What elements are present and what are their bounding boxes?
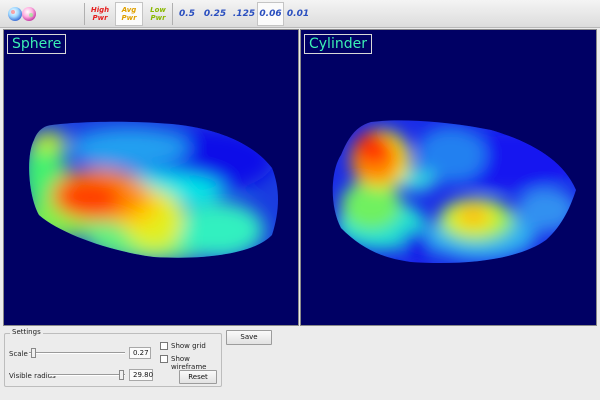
scale-slider-track (29, 352, 125, 354)
reset-button[interactable]: Reset (179, 370, 217, 384)
sphere-heatmap-surface (29, 121, 278, 258)
toolbar-separator (84, 3, 85, 25)
low-power-line2: Pwr (150, 14, 166, 22)
avg-power-line2: Pwr (121, 14, 137, 22)
scale-0-25-button[interactable]: 0.25 (201, 2, 229, 26)
high-power-line2: Pwr (92, 14, 108, 22)
low-power-line1: Low (150, 6, 166, 14)
sphere-viewport[interactable]: Sphere (3, 29, 299, 326)
high-power-button[interactable]: High Pwr (86, 2, 114, 26)
app-logo-button[interactable] (2, 2, 44, 26)
visible-radius-slider[interactable] (49, 370, 125, 380)
show-grid-checkbox[interactable] (160, 342, 168, 350)
visible-radius-slider-track (49, 374, 125, 376)
show-grid-label: Show grid (171, 342, 206, 350)
visible-radius-slider-thumb[interactable] (119, 370, 124, 380)
scale-0-06-button[interactable]: 0.06 (257, 2, 284, 26)
avg-power-button[interactable]: Avg Pwr (115, 2, 143, 26)
scale-0-5-button[interactable]: 0.5 (174, 2, 200, 26)
cylinder-viewport[interactable]: Cylinder (300, 29, 597, 326)
scale-label: Scale (9, 350, 28, 358)
avg-power-line1: Avg (121, 6, 137, 14)
low-power-button[interactable]: Low Pwr (144, 2, 172, 26)
scale-slider-thumb[interactable] (31, 348, 36, 358)
show-wireframe-label: Show wireframe (171, 355, 207, 371)
show-wireframe-checkbox[interactable] (160, 355, 168, 363)
scale-value-field[interactable]: 0.27 (129, 347, 151, 359)
settings-group: Settings Scale 0.27 Show grid Show wiref… (4, 328, 222, 387)
toolbar-separator (172, 3, 173, 25)
sphere-title: Sphere (7, 34, 67, 54)
cylinder-heatmap-surface (332, 120, 576, 264)
settings-legend: Settings (10, 328, 43, 336)
spheres-logo-icon (8, 7, 36, 21)
scale-slider[interactable] (29, 348, 125, 358)
visible-radius-value-field[interactable]: 29.80 (129, 369, 153, 381)
scale-0-01-button[interactable]: 0.01 (285, 2, 311, 26)
cylinder-title: Cylinder (304, 34, 372, 54)
scale-0-125-button[interactable]: .125 (230, 2, 258, 26)
high-power-line1: High (90, 6, 110, 14)
toolbar: High Pwr Avg Pwr Low Pwr 0.5 0.25 .125 0… (0, 0, 600, 28)
save-button[interactable]: Save (226, 330, 272, 345)
